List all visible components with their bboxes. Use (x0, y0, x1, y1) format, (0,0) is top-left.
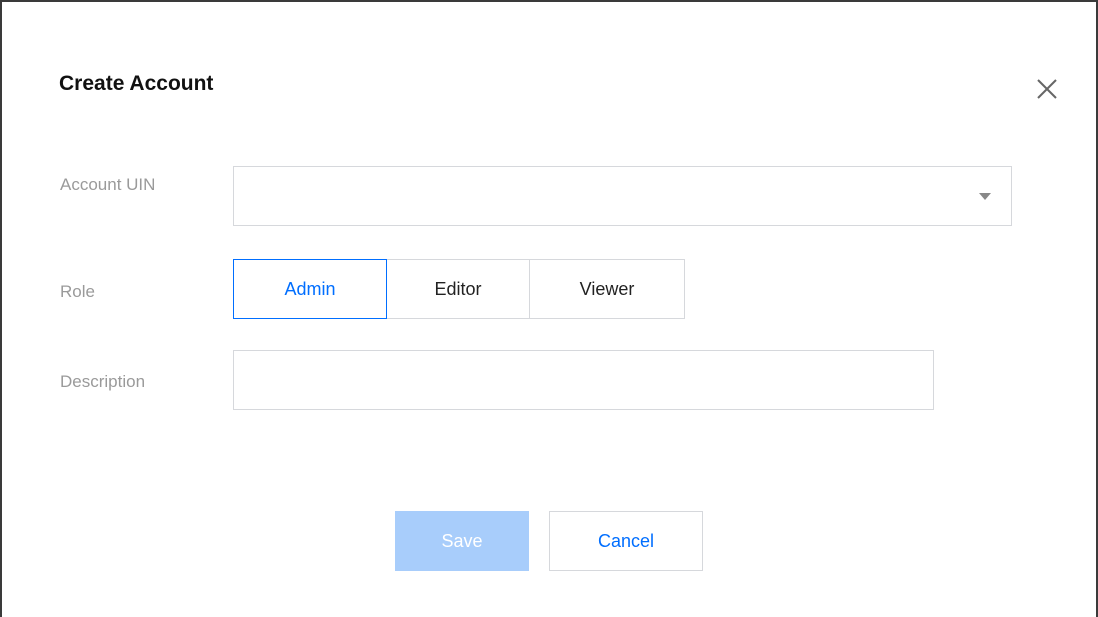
dialog-title: Create Account (59, 72, 214, 95)
role-label: Role (60, 282, 95, 301)
role-option-editor[interactable]: Editor (386, 259, 530, 319)
save-button[interactable]: Save (395, 511, 529, 571)
dialog: Create Account Account UIN Role Admin Ed… (0, 0, 1098, 617)
role-option-admin[interactable]: Admin (233, 259, 387, 319)
description-input[interactable] (233, 350, 934, 410)
cancel-button[interactable]: Cancel (549, 511, 703, 571)
account-uin-select[interactable] (233, 166, 1012, 226)
role-option-viewer[interactable]: Viewer (529, 259, 685, 319)
caret-down-icon (979, 193, 991, 200)
description-label: Description (60, 372, 146, 391)
account-uin-label: Account UIN (60, 175, 156, 194)
close-button[interactable] (1032, 74, 1062, 104)
close-icon (1037, 79, 1057, 99)
